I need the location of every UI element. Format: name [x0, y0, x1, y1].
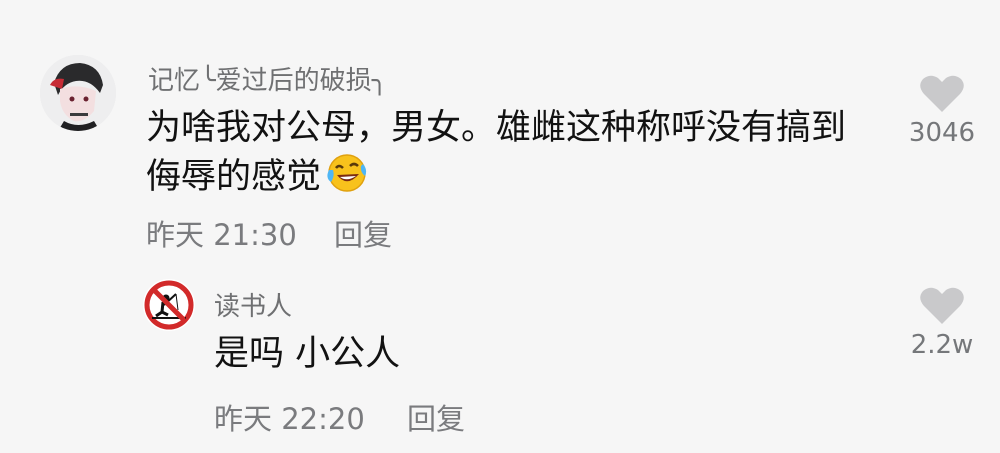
reply-reply-button[interactable]: 回复 [407, 396, 465, 438]
user-avatar-icon [40, 55, 116, 131]
reply-like-button[interactable]: 2.2w [896, 286, 988, 360]
reply-username[interactable]: 读书人 [214, 286, 292, 323]
heart-icon [920, 75, 964, 112]
reply-timestamp: 昨天 22:20 [214, 402, 365, 436]
reply-text: 是吗 小公人 [214, 334, 401, 374]
reply-avatar[interactable] [142, 278, 196, 332]
reply-button[interactable]: 回复 [334, 212, 392, 254]
avatar[interactable] [40, 55, 116, 131]
like-count: 3046 [908, 118, 976, 148]
reply-like-count: 2.2w [910, 330, 974, 360]
comment-username[interactable]: 记忆╰爱过后的破损╮ [148, 60, 387, 97]
comment-text-line-2-content: 侮辱的感觉 [146, 157, 322, 197]
comment-text-line-2: 侮辱的感觉 [146, 152, 367, 207]
comment-text: 为啥我对公母，男女。雄雌这种称呼没有搞到 [146, 108, 847, 148]
comment-timestamp: 昨天 21:30 [146, 218, 297, 252]
laughing-tears-emoji-icon [325, 152, 367, 207]
like-button[interactable]: 3046 [896, 74, 988, 148]
no-fishing-sign-icon [143, 279, 195, 331]
heart-icon [920, 287, 964, 324]
